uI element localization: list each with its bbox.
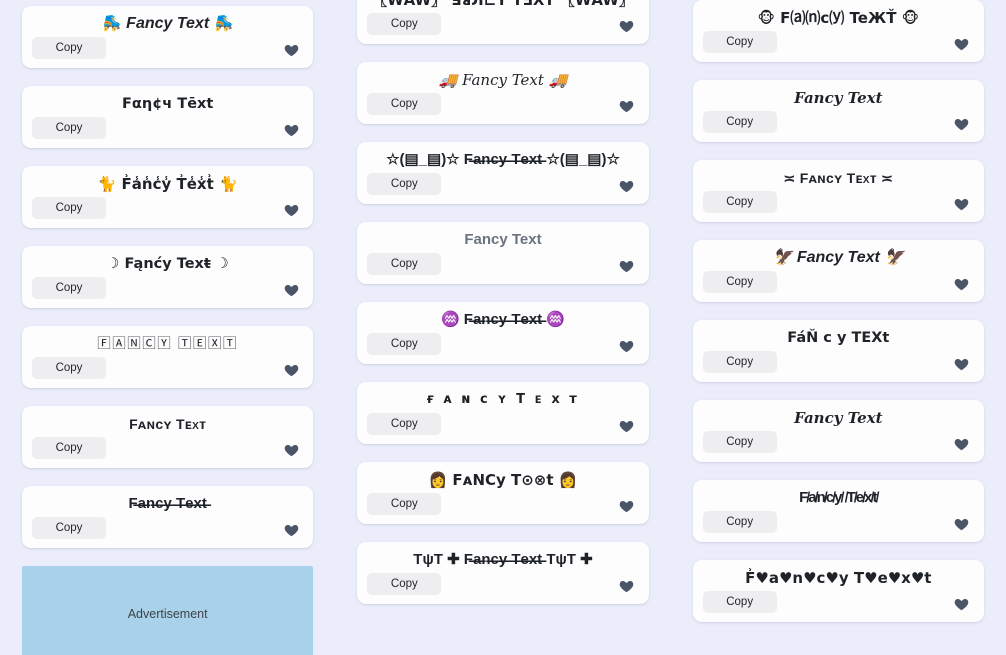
fancy-text-preview: ☽ Fąnćy Texŧ ☽	[106, 256, 229, 272]
copy-button[interactable]: Copy	[32, 357, 106, 379]
heart-icon[interactable]	[952, 354, 972, 374]
heart-icon[interactable]	[952, 514, 972, 534]
fancy-text-preview: F̸a̸n̸c̸y̸ ̸T̸e̸x̸t̸	[799, 489, 878, 506]
heart-icon[interactable]	[281, 360, 301, 380]
copy-button[interactable]: Copy	[367, 413, 442, 435]
fancy-text-preview: 🄵🄰🄽🄲🅈 🅃🄴🅇🅃	[97, 336, 239, 352]
copy-button[interactable]: Copy	[32, 437, 106, 459]
fancy-text-preview: 🐈 F̾a̾n̾c̾y̾ T̾e̾x̾t̾ 🐈	[97, 175, 238, 193]
fancy-text-card[interactable]: Fancy Text Copy	[692, 80, 984, 142]
fancy-text-card[interactable]: ≍ Fᴀɴᴄʏ Tᴇxᴛ ≍ Copy	[692, 160, 984, 222]
fancy-text-preview: ☆(▤_▤)☆ F̶a̶n̶c̶y̶ ̶T̶e̶x̶t̶ ☆(▤_▤)☆	[386, 151, 620, 168]
fancy-text-card[interactable]: 👩 FᴀNCy T⊙⊗t 👩 Copy	[357, 462, 649, 524]
copy-button[interactable]: Copy	[32, 277, 106, 299]
results-grid: Copy🛼 Fancy Text 🛼CopyFαη¢ч TēxtCopy🐈 F̾…	[0, 0, 1006, 655]
fancy-text-card[interactable]: ☽ Fąnćy Texŧ ☽ Copy	[22, 246, 314, 308]
heart-icon[interactable]	[617, 96, 637, 116]
fancy-text-preview: 🚚 Fancy Text 🚚	[438, 71, 568, 89]
fancy-text-card[interactable]: 〖WĀW〗 ℲᴚЛ⊏Y TƎXT 〖WĀW〗 Copy	[357, 0, 649, 44]
fancy-text-preview: TψT ✚ F̶a̶n̶c̶y̶ ̶T̶e̶x̶t̶ TψT ✚	[413, 551, 593, 568]
fancy-text-preview: F̶a̶n̶c̶y̶ ̶T̶e̶x̶t̶	[128, 495, 207, 512]
copy-button[interactable]: Copy	[702, 191, 777, 213]
copy-button[interactable]: Copy	[367, 13, 442, 35]
fancy-text-preview: ≍ Fᴀɴᴄʏ Tᴇxᴛ ≍	[783, 170, 894, 186]
heart-icon[interactable]	[952, 594, 972, 614]
copy-button[interactable]: Copy	[32, 197, 106, 219]
heart-icon[interactable]	[617, 176, 637, 196]
fancy-text-preview: 🛼 Fancy Text 🛼	[101, 15, 234, 32]
fancy-text-preview: Fancy Text	[794, 89, 883, 107]
fancy-text-preview: 🐵 F⒜⒩c⒴ TeЖŤ 🐵	[757, 9, 920, 27]
heart-icon[interactable]	[281, 440, 301, 460]
fancy-text-preview: 👩 FᴀNCy T⊙⊗t 👩	[428, 471, 578, 489]
copy-button[interactable]: Copy	[702, 431, 777, 453]
copy-button[interactable]: Copy	[367, 573, 442, 595]
fancy-text-card[interactable]: ғ ᴀ ɴ ᴄ ʏ T ᴇ x ᴛ Copy	[357, 382, 649, 444]
heart-icon[interactable]	[617, 256, 637, 276]
heart-icon[interactable]	[281, 40, 301, 60]
fancy-text-preview: Fᴀɴᴄʏ Tᴇxᴛ	[129, 416, 207, 432]
fancy-text-preview: FáŇ c y TEXt	[787, 330, 890, 346]
copy-button[interactable]: Copy	[702, 31, 777, 53]
fancy-text-card[interactable]: FáŇ c y TEXt Copy	[692, 320, 984, 382]
fancy-text-card[interactable]: ☆(▤_▤)☆ F̶a̶n̶c̶y̶ ̶T̶e̶x̶t̶ ☆(▤_▤)☆ Copy	[357, 142, 649, 204]
fancy-text-card[interactable]: Fancy Text Copy	[692, 400, 984, 462]
copy-button[interactable]: Copy	[367, 173, 442, 195]
heart-icon[interactable]	[281, 120, 301, 140]
heart-icon[interactable]	[952, 274, 972, 294]
heart-icon[interactable]	[952, 194, 972, 214]
heart-icon[interactable]	[281, 520, 301, 540]
fancy-text-card[interactable]: Fᴀɴᴄʏ Tᴇxᴛ Copy	[22, 406, 314, 468]
copy-button[interactable]: Copy	[367, 493, 442, 515]
copy-button[interactable]: Copy	[367, 253, 442, 275]
results-column-middle: 〖WĀW〗 ℲᴚЛ⊏Y TƎXT 〖WĀW〗 Copy 🚚 Fancy Text 🚚…	[335, 0, 670, 655]
fancy-text-preview: F̾♥a♥n♥c♥y T♥e♥x♥t	[745, 569, 932, 587]
fancy-text-results-page: Copy🛼 Fancy Text 🛼CopyFαη¢ч TēxtCopy🐈 F̾…	[0, 0, 1006, 655]
heart-icon[interactable]	[617, 336, 637, 356]
heart-icon[interactable]	[281, 200, 301, 220]
results-column-right: Copy🐵 F⒜⒩c⒴ TeЖŤ 🐵CopyFancy TextCopy≍ Fᴀ…	[671, 0, 1006, 655]
fancy-text-card[interactable]: 🛼 Fancy Text 🛼 Copy	[22, 6, 314, 68]
copy-button[interactable]: Copy	[367, 93, 442, 115]
fancy-text-preview: Fancy Text	[464, 231, 542, 248]
fancy-text-card[interactable]: 🐵 F⒜⒩c⒴ TeЖŤ 🐵 Copy	[692, 0, 984, 62]
fancy-text-card[interactable]: 🐈 F̾a̾n̾c̾y̾ T̾e̾x̾t̾ 🐈 Copy	[22, 166, 314, 228]
heart-icon[interactable]	[617, 576, 637, 596]
advertisement-slot[interactable]: Advertisement	[22, 566, 314, 655]
heart-icon[interactable]	[617, 16, 637, 36]
copy-button[interactable]: Copy	[702, 111, 777, 133]
copy-button[interactable]: Copy	[702, 271, 777, 293]
copy-button[interactable]: Copy	[32, 37, 106, 59]
fancy-text-card[interactable]: 🦅 Fancy Text 🦅 Copy	[692, 240, 984, 302]
fancy-text-card[interactable]: 🄵🄰🄽🄲🅈 🅃🄴🅇🅃 Copy	[22, 326, 314, 388]
heart-icon[interactable]	[281, 280, 301, 300]
fancy-text-card[interactable]: Fαη¢ч Tēxt Copy	[22, 86, 314, 148]
fancy-text-card[interactable]: Fancy Text Copy	[357, 222, 649, 284]
fancy-text-card[interactable]: F̸a̸n̸c̸y̸ ̸T̸e̸x̸t̸ Copy	[692, 480, 984, 542]
fancy-text-preview: 🦅 Fancy Text 🦅	[772, 249, 905, 266]
advertisement-label: Advertisement	[127, 607, 208, 621]
heart-icon[interactable]	[617, 416, 637, 436]
heart-icon[interactable]	[952, 434, 972, 454]
heart-icon[interactable]	[952, 34, 972, 54]
fancy-text-preview: Fancy Text	[794, 409, 883, 427]
copy-button[interactable]: Copy	[367, 333, 442, 355]
fancy-text-preview: ♒ F̶a̶n̶c̶y̶ ̶T̶e̶x̶t̶ ♒	[440, 311, 566, 328]
copy-button[interactable]: Copy	[702, 351, 777, 373]
fancy-text-card[interactable]: TψT ✚ F̶a̶n̶c̶y̶ ̶T̶e̶x̶t̶ TψT ✚ Copy	[357, 542, 649, 604]
fancy-text-card[interactable]: 🚚 Fancy Text 🚚 Copy	[357, 62, 649, 124]
heart-icon[interactable]	[952, 114, 972, 134]
results-column-left: Copy🛼 Fancy Text 🛼CopyFαη¢ч TēxtCopy🐈 F̾…	[0, 0, 335, 655]
fancy-text-card[interactable]: F̾♥a♥n♥c♥y T♥e♥x♥t Copy	[692, 560, 984, 622]
copy-button[interactable]: Copy	[702, 511, 777, 533]
heart-icon[interactable]	[617, 496, 637, 516]
copy-button[interactable]: Copy	[32, 517, 106, 539]
fancy-text-preview: 〖WĀW〗 ℲᴚЛ⊏Y TƎXT 〖WĀW〗	[372, 0, 634, 9]
copy-button[interactable]: Copy	[702, 591, 777, 613]
fancy-text-preview: Fαη¢ч Tēxt	[122, 96, 214, 112]
fancy-text-card[interactable]: ♒ F̶a̶n̶c̶y̶ ̶T̶e̶x̶t̶ ♒ Copy	[357, 302, 649, 364]
fancy-text-preview: ғ ᴀ ɴ ᴄ ʏ T ᴇ x ᴛ	[426, 392, 580, 407]
fancy-text-card[interactable]: F̶a̶n̶c̶y̶ ̶T̶e̶x̶t̶ Copy	[22, 486, 314, 548]
copy-button[interactable]: Copy	[32, 117, 106, 139]
